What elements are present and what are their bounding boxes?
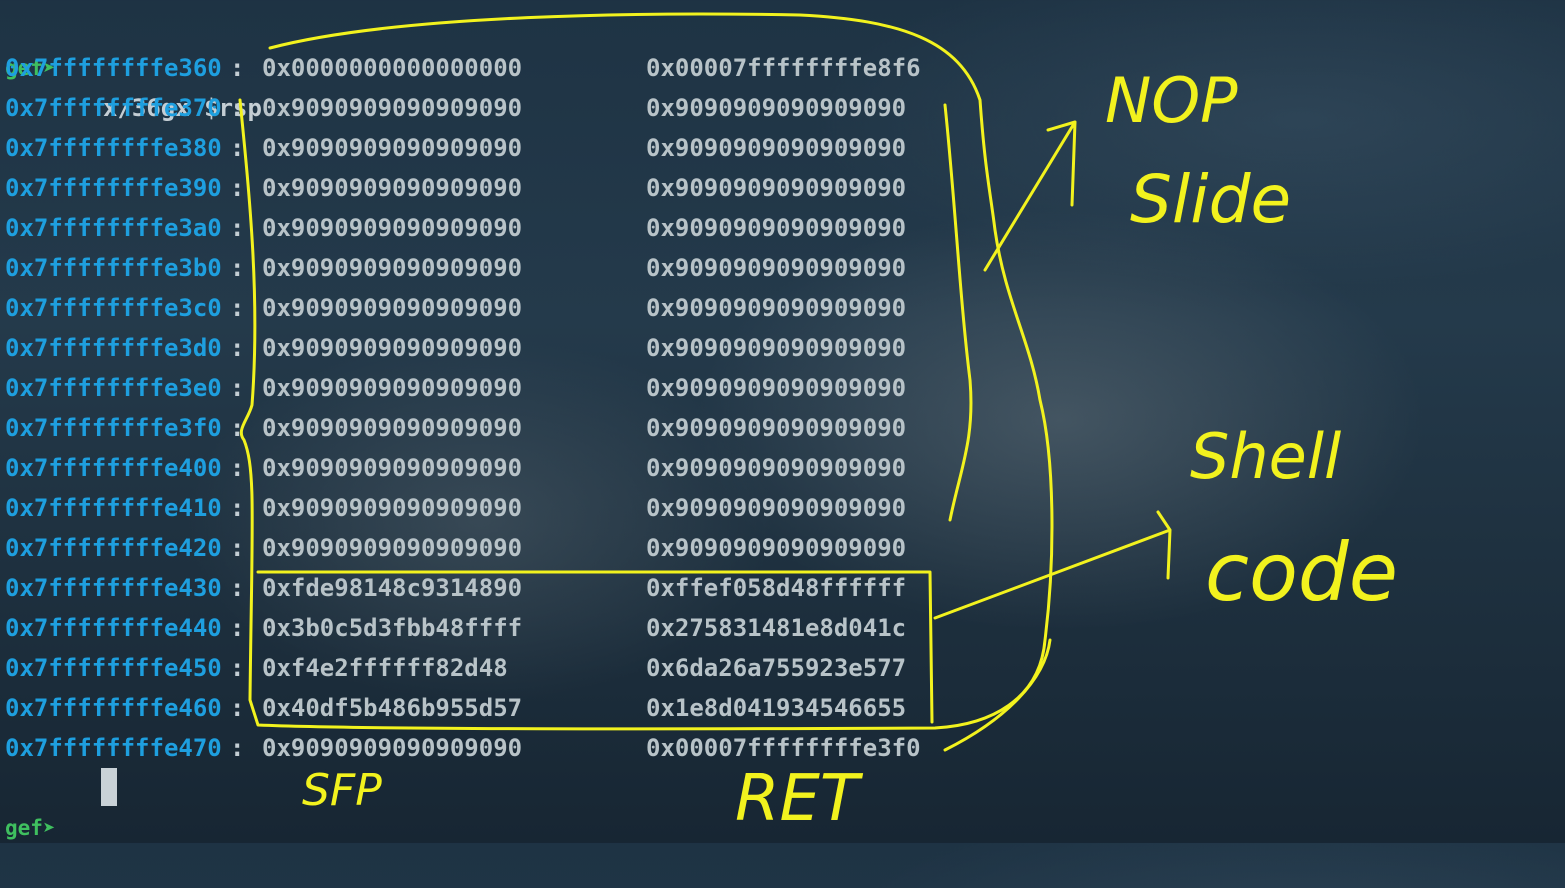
address-separator: : [230, 654, 245, 682]
address-separator: : [230, 334, 245, 362]
qword-value-2: 0x9090909090909090 [646, 454, 907, 482]
qword-value-2: 0xffef058d48ffffff [646, 574, 907, 602]
qword-value-2: 0x9090909090909090 [646, 254, 907, 282]
command-line: gef➤ x/36gx $rsp [0, 8, 262, 122]
address: 0x7ffffffffe450 [5, 654, 222, 682]
qword-value-1: 0x9090909090909090 [262, 454, 523, 482]
gef-prompt-2: gef➤ [5, 816, 56, 840]
qword-value-1: 0x0000000000000000 [262, 54, 523, 82]
address-separator: : [230, 54, 245, 82]
address: 0x7ffffffffe380 [5, 134, 222, 162]
address: 0x7ffffffffe3a0 [5, 214, 222, 242]
qword-value-2: 0x275831481e8d041c [646, 614, 907, 642]
qword-value-2: 0x6da26a755923e577 [646, 654, 907, 682]
address-separator: : [230, 294, 245, 322]
address-separator: : [230, 614, 245, 642]
address: 0x7ffffffffe420 [5, 534, 222, 562]
qword-value-1: 0x9090909090909090 [262, 94, 523, 122]
terminal-window[interactable]: gef➤ x/36gx $rsp 0x7ffffffffe360:0x00000… [0, 0, 1565, 843]
address: 0x7ffffffffe410 [5, 494, 222, 522]
qword-value-1: 0x9090909090909090 [262, 494, 523, 522]
address-separator: : [230, 454, 245, 482]
qword-value-1: 0x9090909090909090 [262, 734, 523, 762]
qword-value-1: 0xfde98148c9314890 [262, 574, 523, 602]
address: 0x7ffffffffe400 [5, 454, 222, 482]
qword-value-2: 0x9090909090909090 [646, 334, 907, 362]
address: 0x7ffffffffe3b0 [5, 254, 222, 282]
address: 0x7ffffffffe470 [5, 734, 222, 762]
qword-value-2: 0x9090909090909090 [646, 174, 907, 202]
address-separator: : [230, 134, 245, 162]
qword-value-1: 0x9090909090909090 [262, 374, 523, 402]
qword-value-1: 0x9090909090909090 [262, 174, 523, 202]
address: 0x7ffffffffe370 [5, 94, 222, 122]
address-separator: : [230, 574, 245, 602]
qword-value-2: 0x9090909090909090 [646, 294, 907, 322]
qword-value-2: 0x9090909090909090 [646, 214, 907, 242]
qword-value-2: 0x00007ffffffffe8f6 [646, 54, 921, 82]
address-separator: : [230, 374, 245, 402]
qword-value-1: 0x9090909090909090 [262, 334, 523, 362]
qword-value-2: 0x9090909090909090 [646, 134, 907, 162]
qword-value-1: 0x9090909090909090 [262, 214, 523, 242]
address: 0x7ffffffffe3f0 [5, 414, 222, 442]
address: 0x7ffffffffe3c0 [5, 294, 222, 322]
address-separator: : [230, 174, 245, 202]
address-separator: : [230, 254, 245, 282]
address-separator: : [230, 414, 245, 442]
address-separator: : [230, 734, 245, 762]
address-separator: : [230, 494, 245, 522]
qword-value-2: 0x00007ffffffffe3f0 [646, 734, 921, 762]
qword-value-2: 0x9090909090909090 [646, 374, 907, 402]
qword-value-2: 0x1e8d041934546655 [646, 694, 907, 722]
address: 0x7ffffffffe430 [5, 574, 222, 602]
prompt-line[interactable]: gef➤ [0, 768, 58, 840]
qword-value-2: 0x9090909090909090 [646, 494, 907, 522]
qword-value-1: 0x9090909090909090 [262, 254, 523, 282]
address: 0x7ffffffffe3e0 [5, 374, 222, 402]
address-separator: : [230, 694, 245, 722]
qword-value-1: 0x9090909090909090 [262, 414, 523, 442]
address-separator: : [230, 534, 245, 562]
qword-value-2: 0x9090909090909090 [646, 414, 907, 442]
address: 0x7ffffffffe360 [5, 54, 222, 82]
qword-value-1: 0x9090909090909090 [262, 134, 523, 162]
qword-value-1: 0x40df5b486b955d57 [262, 694, 523, 722]
qword-value-1: 0x9090909090909090 [262, 294, 523, 322]
qword-value-1: 0x3b0c5d3fbb48ffff [262, 614, 523, 642]
qword-value-2: 0x9090909090909090 [646, 94, 907, 122]
address-separator: : [230, 214, 245, 242]
qword-value-1: 0x9090909090909090 [262, 534, 523, 562]
address-separator: : [230, 94, 245, 122]
address: 0x7ffffffffe3d0 [5, 334, 222, 362]
address: 0x7ffffffffe460 [5, 694, 222, 722]
qword-value-1: 0xf4e2ffffff82d48 [262, 654, 508, 682]
qword-value-2: 0x9090909090909090 [646, 534, 907, 562]
address: 0x7ffffffffe390 [5, 174, 222, 202]
address: 0x7ffffffffe440 [5, 614, 222, 642]
text-cursor [101, 768, 117, 806]
